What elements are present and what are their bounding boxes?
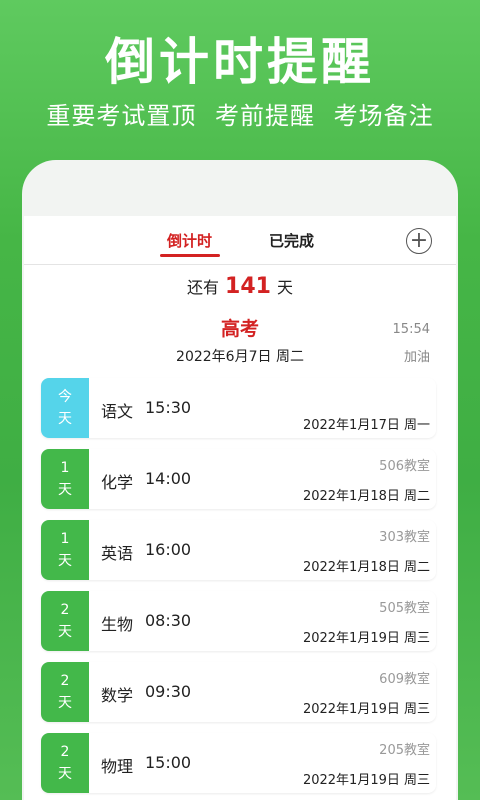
exam-subject: 数学 <box>101 686 134 705</box>
pinned-exam-time: 15:54 <box>392 322 430 337</box>
days-left-badge: 2天 <box>41 733 89 793</box>
active-tab-indicator <box>160 254 220 257</box>
badge-value: 今 <box>58 389 72 405</box>
exam-time: 15:30 <box>145 398 192 417</box>
badge-unit: 天 <box>58 624 72 640</box>
exam-room: 205教室 <box>379 743 430 758</box>
exam-subject: 语文 <box>101 402 134 421</box>
days-left-badge: 1天 <box>41 449 89 509</box>
pinned-exam-date: 2022年6月7日 周二 <box>176 349 304 365</box>
plus-circle-icon[interactable]: + <box>406 228 432 254</box>
exam-date: 2022年1月18日 周二 <box>302 560 430 575</box>
exam-date: 2022年1月19日 周三 <box>302 631 430 646</box>
exam-date: 2022年1月19日 周三 <box>302 773 430 788</box>
exam-subject: 生物 <box>101 615 134 634</box>
badge-value: 2 <box>60 744 70 760</box>
badge-unit: 天 <box>58 695 72 711</box>
exam-date: 2022年1月17日 周一 <box>302 418 430 433</box>
exam-card[interactable]: 1 天化学 14:00 506教室 2022年1月18日 周二 <box>41 449 436 509</box>
tab-completed[interactable]: 已完成 <box>269 230 314 251</box>
badge-unit: 天 <box>58 482 72 498</box>
badge-value: 1 <box>60 460 70 476</box>
exam-room: 303教室 <box>379 530 430 545</box>
remaining-suffix: 天 <box>276 278 293 297</box>
tab-bar: 倒计时 已完成 + <box>24 216 456 265</box>
hero-subtitle: 重要考试置顶 考前提醒 考场备注 <box>46 102 434 130</box>
exam-subject: 物理 <box>101 757 134 776</box>
exam-time: 15:00 <box>145 753 192 772</box>
exam-subject: 化学 <box>101 473 134 492</box>
pinned-exam-name[interactable]: 高考 <box>24 314 456 341</box>
days-left-badge: 2天 <box>41 662 89 722</box>
tab-countdown[interactable]: 倒计时 <box>167 230 212 251</box>
remaining-days: 还有 141 天 <box>24 274 456 299</box>
exam-card[interactable]: 2 天物理 15:00 205教室 2022年1月19日 周三 <box>41 733 436 793</box>
remaining-prefix: 还有 <box>187 278 220 297</box>
exam-room: 609教室 <box>379 672 430 687</box>
days-left-badge: 2天 <box>41 591 89 651</box>
exam-date: 2022年1月19日 周三 <box>302 702 430 717</box>
remaining-days-count: 141 <box>225 274 271 299</box>
exam-room: 505教室 <box>379 601 430 616</box>
exam-time: 14:00 <box>145 469 192 488</box>
exam-card[interactable]: 2 天生物 08:30 505教室 2022年1月19日 周三 <box>41 591 436 651</box>
days-left-badge: 1天 <box>41 520 89 580</box>
exam-time: 08:30 <box>145 611 192 630</box>
exam-subject: 英语 <box>101 544 134 563</box>
exam-room: 506教室 <box>379 459 430 474</box>
exam-time: 09:30 <box>145 682 192 701</box>
exam-date: 2022年1月18日 周二 <box>302 489 430 504</box>
exam-card[interactable]: 今天语文 15:30 2022年1月17日 周一 <box>41 378 436 438</box>
exam-card[interactable]: 2 天数学 09:30 609教室 2022年1月19日 周三 <box>41 662 436 722</box>
days-left-badge: 今天 <box>41 378 89 438</box>
exam-card[interactable]: 1 天英语 16:00 303教室 2022年1月18日 周二 <box>41 520 436 580</box>
badge-value: 2 <box>60 673 70 689</box>
badge-value: 1 <box>60 531 70 547</box>
badge-unit: 天 <box>58 411 72 427</box>
hero-title: 倒计时提醒 <box>105 33 375 91</box>
exam-time: 16:00 <box>145 540 192 559</box>
badge-unit: 天 <box>58 766 72 782</box>
pinned-exam-note: 加油 <box>403 350 430 365</box>
badge-unit: 天 <box>58 553 72 569</box>
badge-value: 2 <box>60 602 70 618</box>
